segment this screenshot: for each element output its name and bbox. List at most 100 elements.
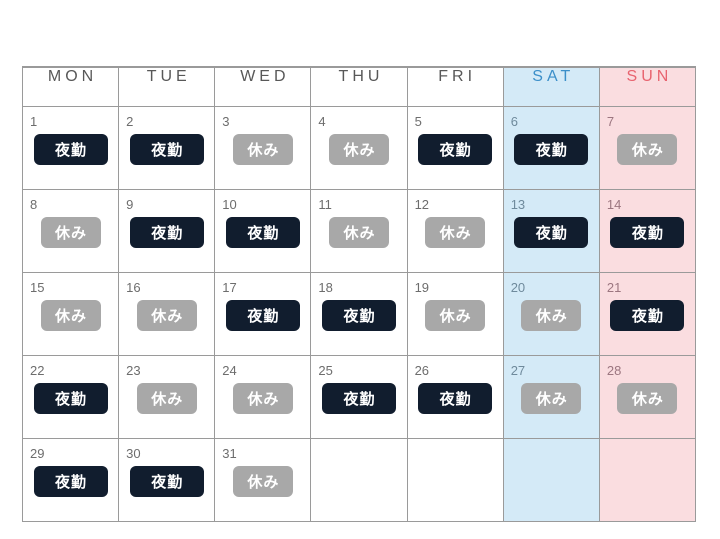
shift-badge-container: 休み xyxy=(215,383,310,414)
calendar-week-row: 29 夜勤 30 夜勤 31 休み xyxy=(21,438,697,522)
weekday-header-sun: SUN xyxy=(598,66,697,107)
shift-badge-container: 休み xyxy=(311,217,406,248)
shift-badge-night[interactable]: 夜勤 xyxy=(610,300,685,331)
shift-badge-container: 休み xyxy=(311,134,406,165)
shift-badge-night[interactable]: 夜勤 xyxy=(514,134,589,165)
shift-badge-container: 夜勤 xyxy=(408,383,503,414)
shift-badge-night[interactable]: 夜勤 xyxy=(33,134,108,165)
day-number: 20 xyxy=(510,280,526,295)
shift-badge-container: 休み xyxy=(600,134,695,165)
shift-badge-off[interactable]: 休み xyxy=(521,383,582,414)
shift-badge-night[interactable]: 夜勤 xyxy=(225,300,300,331)
shift-badge-night[interactable]: 夜勤 xyxy=(33,383,108,414)
shift-badge-off[interactable]: 休み xyxy=(328,217,389,248)
day-cell[interactable]: 23 休み xyxy=(118,355,216,439)
shift-badge-night[interactable]: 夜勤 xyxy=(321,300,396,331)
day-cell[interactable]: 3 休み xyxy=(214,106,312,190)
day-cell[interactable]: 1 夜勤 xyxy=(21,106,120,190)
day-cell[interactable]: 14 夜勤 xyxy=(598,189,697,273)
day-number xyxy=(504,439,599,447)
day-number: 26 xyxy=(414,363,430,378)
calendar-week-row: 15 休み 16 休み 17 夜勤 18 夜勤 19 休み 20 休み 21 夜勤 xyxy=(21,272,697,356)
day-cell[interactable]: 2 夜勤 xyxy=(118,106,216,190)
day-number xyxy=(600,439,695,447)
day-cell[interactable]: 22 夜勤 xyxy=(21,355,120,439)
day-cell[interactable]: 5 夜勤 xyxy=(406,106,504,190)
shift-badge-night[interactable]: 夜勤 xyxy=(418,134,493,165)
day-cell[interactable]: 31 休み xyxy=(214,438,312,522)
shift-badge-off[interactable]: 休み xyxy=(232,134,293,165)
day-cell[interactable]: 19 休み xyxy=(406,272,504,356)
day-number: 24 xyxy=(222,363,237,378)
weekday-header-thu: THU xyxy=(310,66,408,107)
shift-badge-off[interactable]: 休み xyxy=(40,300,101,331)
day-number: 19 xyxy=(414,280,430,295)
weekday-header-fri: FRI xyxy=(406,66,504,107)
day-cell[interactable]: 24 休み xyxy=(214,355,312,439)
shift-badge-off[interactable]: 休み xyxy=(617,383,678,414)
day-number xyxy=(311,439,406,447)
day-cell[interactable]: 17 夜勤 xyxy=(214,272,312,356)
day-number: 27 xyxy=(510,363,526,378)
shift-badge-off[interactable]: 休み xyxy=(617,134,678,165)
day-number: 16 xyxy=(126,280,141,295)
shift-badge-off[interactable]: 休み xyxy=(521,300,582,331)
shift-badge-container: 休み xyxy=(600,383,695,414)
shift-badge-container: 休み xyxy=(215,134,310,165)
day-cell[interactable]: 12 休み xyxy=(406,189,504,273)
shift-badge-night[interactable]: 夜勤 xyxy=(129,466,204,497)
shift-badge-off[interactable]: 休み xyxy=(136,383,197,414)
day-number: 17 xyxy=(222,280,237,295)
day-cell[interactable]: 25 夜勤 xyxy=(310,355,408,439)
day-number: 7 xyxy=(606,114,615,129)
shift-badge-off[interactable]: 休み xyxy=(232,466,293,497)
shift-badge-night[interactable]: 夜勤 xyxy=(129,134,204,165)
shift-badge-night[interactable]: 夜勤 xyxy=(514,217,589,248)
shift-badge-night[interactable]: 夜勤 xyxy=(321,383,396,414)
shift-badge-off[interactable]: 休み xyxy=(425,300,486,331)
day-cell[interactable]: 6 夜勤 xyxy=(502,106,600,190)
day-cell[interactable]: 28 休み xyxy=(598,355,697,439)
shift-badge-container: 夜勤 xyxy=(119,217,214,248)
day-cell[interactable]: 18 夜勤 xyxy=(310,272,408,356)
shift-badge-container: 夜勤 xyxy=(504,134,599,165)
day-number: 5 xyxy=(414,114,422,129)
shift-badge-container: 夜勤 xyxy=(215,300,310,331)
day-number: 21 xyxy=(606,280,622,295)
day-cell[interactable]: 4 休み xyxy=(310,106,408,190)
day-cell-empty xyxy=(310,438,408,522)
day-cell[interactable]: 26 夜勤 xyxy=(406,355,504,439)
day-cell[interactable]: 13 夜勤 xyxy=(502,189,600,273)
shift-badge-container: 休み xyxy=(23,300,118,331)
shift-badge-night[interactable]: 夜勤 xyxy=(418,383,493,414)
day-cell[interactable]: 30 夜勤 xyxy=(118,438,216,522)
shift-badge-night[interactable]: 夜勤 xyxy=(225,217,300,248)
day-cell[interactable]: 15 休み xyxy=(21,272,120,356)
shift-badge-off[interactable]: 休み xyxy=(425,217,486,248)
shift-badge-off[interactable]: 休み xyxy=(40,217,101,248)
shift-badge-off[interactable]: 休み xyxy=(328,134,389,165)
day-cell[interactable]: 27 休み xyxy=(502,355,600,439)
weekday-header-mon: MON xyxy=(21,66,120,107)
day-cell[interactable]: 10 夜勤 xyxy=(214,189,312,273)
calendar-body: 1 夜勤 2 夜勤 3 休み 4 休み 5 夜勤 6 夜勤 7 休み 8 休み 9 夜勤 10 夜勤 11 休み 12 休み 1… xyxy=(21,106,697,522)
day-cell[interactable]: 16 休み xyxy=(118,272,216,356)
day-cell[interactable]: 7 休み xyxy=(598,106,697,190)
weekday-header-wed: WED xyxy=(214,66,312,107)
day-cell[interactable]: 29 夜勤 xyxy=(21,438,120,522)
day-cell[interactable]: 11 休み xyxy=(310,189,408,273)
day-cell[interactable]: 8 休み xyxy=(21,189,120,273)
day-number: 11 xyxy=(318,197,332,212)
weekday-header-row: MON TUE WED THU FRI SAT SUN xyxy=(21,66,697,107)
calendar-table: MON TUE WED THU FRI SAT SUN 1 夜勤 2 夜勤 3 休み 4 休み 5 夜勤 6 夜勤… xyxy=(21,66,697,522)
shift-badge-off[interactable]: 休み xyxy=(232,383,293,414)
shift-badge-container: 夜勤 xyxy=(23,383,118,414)
day-cell[interactable]: 21 夜勤 xyxy=(598,272,697,356)
day-number: 25 xyxy=(318,363,333,378)
day-cell[interactable]: 9 夜勤 xyxy=(118,189,216,273)
shift-badge-night[interactable]: 夜勤 xyxy=(129,217,204,248)
day-cell[interactable]: 20 休み xyxy=(502,272,600,356)
shift-badge-night[interactable]: 夜勤 xyxy=(610,217,685,248)
shift-badge-off[interactable]: 休み xyxy=(136,300,197,331)
shift-badge-night[interactable]: 夜勤 xyxy=(33,466,108,497)
